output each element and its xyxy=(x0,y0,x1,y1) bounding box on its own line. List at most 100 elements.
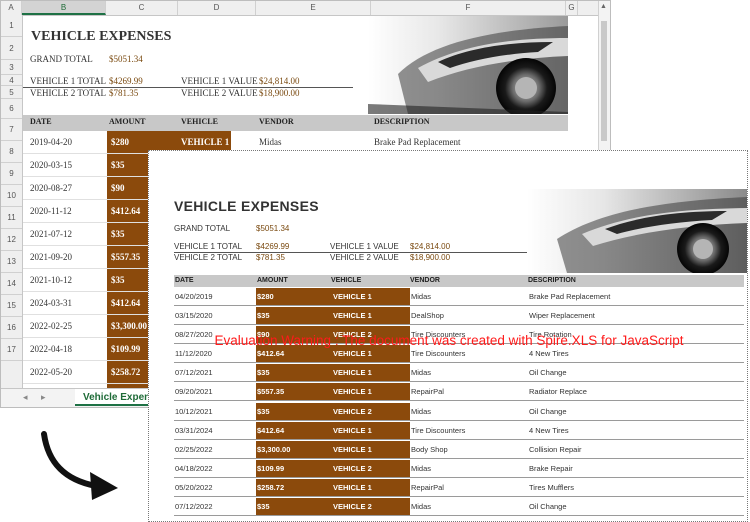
table-row[interactable]: 2020-03-15 $35 xyxy=(23,154,153,177)
row-header[interactable]: 8 xyxy=(1,141,22,163)
vehicle2-value[interactable]: $18,900.00 xyxy=(259,88,300,98)
row-amount[interactable]: $35 xyxy=(107,223,153,245)
header-vehicle: VEHICLE xyxy=(181,117,218,126)
row-header[interactable]: 14 xyxy=(1,273,22,295)
row-description: Oil Change xyxy=(529,502,567,512)
header-description: DESCRIPTION xyxy=(374,117,430,126)
table-row[interactable]: 2019-04-20 $280 xyxy=(23,131,153,154)
row-vehicle: VEHICLE 1 xyxy=(333,292,372,301)
row-header[interactable]: 1 xyxy=(1,15,22,37)
row-date[interactable]: 2022-04-18 xyxy=(30,344,72,354)
row-vehicle-cell: VEHICLE 1 xyxy=(332,440,410,458)
sheet-tab-vehicle-expenses[interactable]: Vehicle Expenses xyxy=(75,389,153,406)
column-header-c[interactable]: C xyxy=(106,1,178,15)
pdf-vehicle2-total-value: $781.35 xyxy=(256,253,285,262)
row-header[interactable]: 16 xyxy=(1,317,22,339)
row-description: 4 New Tires xyxy=(529,349,569,359)
row-header[interactable]: 9 xyxy=(1,163,22,185)
first-row-description[interactable]: Brake Pad Replacement xyxy=(374,137,460,147)
tab-next-icon[interactable]: ▸ xyxy=(41,392,46,403)
row-amount-cell: $412.64 xyxy=(256,421,332,439)
table-row[interactable]: 2022-05-20 $258.72 xyxy=(23,361,153,384)
row-amount[interactable]: $258.72 xyxy=(107,361,153,383)
column-headers: ABCDEFG xyxy=(1,1,610,16)
row-header[interactable]: 10 xyxy=(1,185,22,207)
row-header[interactable]: 6 xyxy=(1,99,22,119)
row-description: Brake Pad Replacement xyxy=(529,292,611,301)
table-row[interactable]: 2021-10-12 $35 xyxy=(23,269,153,292)
column-header-f[interactable]: F xyxy=(371,1,566,15)
row-amount[interactable]: $280 xyxy=(107,131,153,153)
table-row[interactable]: 2021-09-20 $557.35 xyxy=(23,246,153,269)
row-vehicle: VEHICLE 2 xyxy=(333,406,372,416)
row-amount[interactable]: $557.35 xyxy=(107,246,153,268)
vehicle1-value[interactable]: $24,814.00 xyxy=(259,76,300,86)
table-row: 09/20/2021 $557.35 VEHICLE 1 RepairPal Radia… xyxy=(174,383,744,402)
row-date[interactable]: 2024-03-31 xyxy=(30,298,72,308)
row-amount[interactable]: $109.99 xyxy=(107,338,153,360)
row-date[interactable]: 2021-09-20 xyxy=(30,252,72,262)
row-date[interactable]: 2022-02-25 xyxy=(30,321,72,331)
row-vendor: Midas xyxy=(411,463,432,473)
row-amount[interactable]: $90 xyxy=(107,177,153,199)
row-date[interactable]: 2021-10-12 xyxy=(30,275,72,285)
row-vendor: RepairPal xyxy=(411,387,444,397)
row-amount-cell: $35 xyxy=(256,498,332,516)
row-header[interactable]: 11 xyxy=(1,207,22,229)
column-header-d[interactable]: D xyxy=(178,1,256,15)
row-header[interactable]: 15 xyxy=(1,295,22,317)
row-date[interactable]: 2020-08-27 xyxy=(30,183,72,193)
column-header-a[interactable]: A xyxy=(1,1,22,15)
row-header[interactable]: 7 xyxy=(1,119,22,141)
row-vehicle-cell: VEHICLE 1 xyxy=(332,478,410,496)
row-description: Tires Mufflers xyxy=(529,482,575,492)
grand-total-value[interactable]: $5051.34 xyxy=(109,54,143,64)
row-date[interactable]: 2022-05-20 xyxy=(30,367,72,377)
row-vehicle-cell: VEHICLE 1 xyxy=(332,307,410,325)
row-header[interactable]: 3 xyxy=(1,60,22,75)
vehicle1-total-value[interactable]: $4269.99 xyxy=(109,76,143,86)
row-header[interactable]: 4 xyxy=(1,75,22,86)
row-header[interactable]: 2 xyxy=(1,37,22,60)
row-vehicle: VEHICLE 1 xyxy=(333,311,372,321)
row-date[interactable]: 2019-04-20 xyxy=(30,137,72,147)
column-header-e[interactable]: E xyxy=(256,1,371,15)
table-row[interactable]: 2020-11-12 $412.64 xyxy=(23,200,153,223)
table-row[interactable]: 2020-08-27 $90 xyxy=(23,177,153,200)
row-date[interactable]: 2020-03-15 xyxy=(30,160,72,170)
row-header[interactable]: 17 xyxy=(1,339,22,361)
row-header[interactable]: 12 xyxy=(1,229,22,251)
table-row[interactable]: 2021-07-12 $35 xyxy=(23,223,153,246)
scrollbar-thumb[interactable] xyxy=(601,21,607,141)
row-date[interactable]: 2020-11-12 xyxy=(30,206,72,216)
tab-prev-icon[interactable]: ◂ xyxy=(23,392,28,403)
row-amount[interactable]: $3,300.00 xyxy=(107,315,153,337)
row-vehicle-cell: VEHICLE 1 xyxy=(332,288,410,305)
row-date[interactable]: 2021-07-12 xyxy=(30,229,72,239)
row-vehicle: VEHICLE 2 xyxy=(333,463,372,473)
row-vendor: Tire Discounters xyxy=(411,425,466,435)
row-amount: $35 xyxy=(257,311,270,321)
row-amount[interactable]: $35 xyxy=(107,269,153,291)
table-row: 03/15/2020 $35 VEHICLE 1 DealShop Wiper Repl… xyxy=(174,307,744,326)
pdf-header-date: DATE xyxy=(175,277,194,284)
table-row[interactable]: 2022-04-18 $109.99 xyxy=(23,338,153,361)
row-header[interactable]: 13 xyxy=(1,251,22,273)
column-header-b[interactable]: B xyxy=(22,1,106,15)
table-row[interactable]: 2024-03-31 $412.64 xyxy=(23,292,153,315)
row-amount: $557.35 xyxy=(257,387,285,397)
table-row[interactable]: 2022-02-25 $3,300.00 xyxy=(23,315,153,338)
pdf-title: VEHICLE EXPENSES xyxy=(174,198,319,214)
row-amount[interactable]: $412.64 xyxy=(107,200,153,222)
column-header-g[interactable]: G xyxy=(566,1,578,15)
row-header[interactable]: 5 xyxy=(1,86,22,99)
row-amount[interactable]: $412.64 xyxy=(107,292,153,314)
vehicle2-total-value[interactable]: $781.35 xyxy=(109,88,138,98)
row-vehicle-cell: VEHICLE 2 xyxy=(332,459,410,477)
first-row-vendor[interactable]: Midas xyxy=(259,137,282,147)
row-date: 03/31/2024 xyxy=(175,425,213,435)
scroll-up-icon[interactable]: ▲ xyxy=(600,3,607,10)
pdf-vehicle2-total-label: VEHICLE 2 TOTAL xyxy=(174,253,243,262)
row-amount[interactable]: $35 xyxy=(107,154,153,176)
table-row: 04/20/2019 $280 VEHICLE 1 Midas Brake Pad Re… xyxy=(174,288,744,306)
